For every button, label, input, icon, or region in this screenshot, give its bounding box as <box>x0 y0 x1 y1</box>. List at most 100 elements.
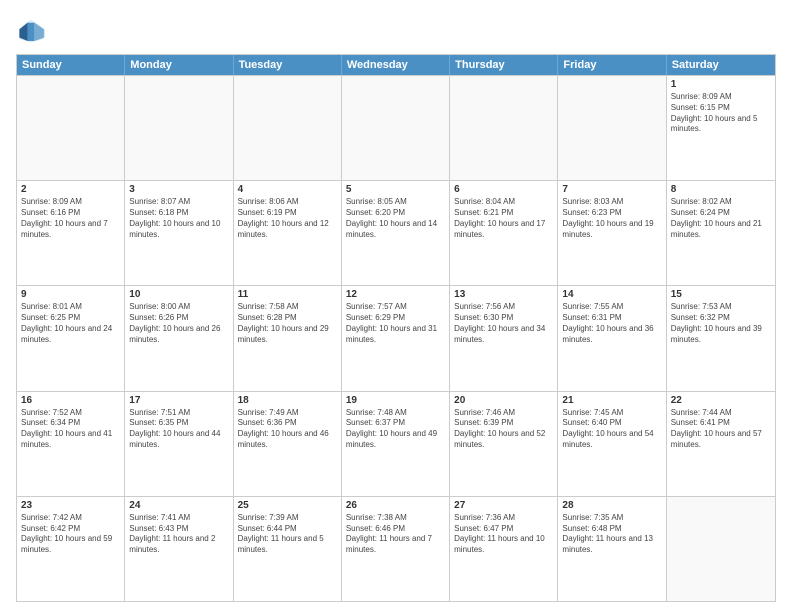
day-cell-12: 12 Sunrise: 7:57 AM Sunset: 6:29 PM Dayli… <box>342 286 450 390</box>
day-info: Sunrise: 7:53 AM Sunset: 6:32 PM Dayligh… <box>671 302 771 345</box>
day-cell-7: 7 Sunrise: 8:03 AM Sunset: 6:23 PM Daylig… <box>558 181 666 285</box>
day-number: 25 <box>238 500 337 511</box>
day-info: Sunrise: 7:49 AM Sunset: 6:36 PM Dayligh… <box>238 408 337 451</box>
day-info: Sunrise: 7:48 AM Sunset: 6:37 PM Dayligh… <box>346 408 445 451</box>
day-info: Sunrise: 8:01 AM Sunset: 6:25 PM Dayligh… <box>21 302 120 345</box>
header-day-tuesday: Tuesday <box>234 55 342 75</box>
day-info: Sunrise: 8:09 AM Sunset: 6:16 PM Dayligh… <box>21 197 120 240</box>
day-cell-27: 27 Sunrise: 7:36 AM Sunset: 6:47 PM Dayli… <box>450 497 558 601</box>
day-number: 4 <box>238 184 337 195</box>
empty-cell <box>234 76 342 180</box>
calendar-row-1: 2 Sunrise: 8:09 AM Sunset: 6:16 PM Daylig… <box>17 180 775 285</box>
day-info: Sunrise: 7:51 AM Sunset: 6:35 PM Dayligh… <box>129 408 228 451</box>
day-cell-15: 15 Sunrise: 7:53 AM Sunset: 6:32 PM Dayli… <box>667 286 775 390</box>
day-info: Sunrise: 7:45 AM Sunset: 6:40 PM Dayligh… <box>562 408 661 451</box>
day-info: Sunrise: 7:52 AM Sunset: 6:34 PM Dayligh… <box>21 408 120 451</box>
day-info: Sunrise: 7:36 AM Sunset: 6:47 PM Dayligh… <box>454 513 553 556</box>
day-cell-24: 24 Sunrise: 7:41 AM Sunset: 6:43 PM Dayli… <box>125 497 233 601</box>
day-cell-5: 5 Sunrise: 8:05 AM Sunset: 6:20 PM Daylig… <box>342 181 450 285</box>
day-number: 16 <box>21 395 120 406</box>
empty-cell <box>450 76 558 180</box>
day-info: Sunrise: 8:06 AM Sunset: 6:19 PM Dayligh… <box>238 197 337 240</box>
header-day-wednesday: Wednesday <box>342 55 450 75</box>
day-cell-3: 3Sunrise: 8:07 AM Sunset: 6:18 PM Daylig… <box>125 181 233 285</box>
day-number: 19 <box>346 395 445 406</box>
day-info: Sunrise: 8:09 AM Sunset: 6:15 PM Dayligh… <box>671 92 771 135</box>
day-cell-1: 1 Sunrise: 8:09 AM Sunset: 6:15 PM Daylig… <box>667 76 775 180</box>
header-day-monday: Monday <box>125 55 233 75</box>
day-cell-26: 26 Sunrise: 7:38 AM Sunset: 6:46 PM Dayli… <box>342 497 450 601</box>
day-number: 24 <box>129 500 228 511</box>
day-cell-21: 21 Sunrise: 7:45 AM Sunset: 6:40 PM Dayli… <box>558 392 666 496</box>
day-number: 21 <box>562 395 661 406</box>
day-info: Sunrise: 7:58 AM Sunset: 6:28 PM Dayligh… <box>238 302 337 345</box>
day-info: Sunrise: 7:39 AM Sunset: 6:44 PM Dayligh… <box>238 513 337 556</box>
header <box>16 16 776 46</box>
header-day-friday: Friday <box>558 55 666 75</box>
day-number: 14 <box>562 289 661 300</box>
day-cell-10: 10 Sunrise: 8:00 AM Sunset: 6:26 PM Dayli… <box>125 286 233 390</box>
day-info: Sunrise: 8:02 AM Sunset: 6:24 PM Dayligh… <box>671 197 771 240</box>
day-cell-28: 28 Sunrise: 7:35 AM Sunset: 6:48 PM Dayli… <box>558 497 666 601</box>
day-cell-16: 16 Sunrise: 7:52 AM Sunset: 6:34 PM Dayli… <box>17 392 125 496</box>
day-number: 20 <box>454 395 553 406</box>
day-info: Sunrise: 7:44 AM Sunset: 6:41 PM Dayligh… <box>671 408 771 451</box>
calendar-row-2: 9 Sunrise: 8:01 AM Sunset: 6:25 PM Daylig… <box>17 285 775 390</box>
day-info: Sunrise: 7:56 AM Sunset: 6:30 PM Dayligh… <box>454 302 553 345</box>
empty-cell <box>17 76 125 180</box>
day-info: Sunrise: 7:55 AM Sunset: 6:31 PM Dayligh… <box>562 302 661 345</box>
calendar: SundayMondayTuesdayWednesdayThursdayFrid… <box>16 54 776 602</box>
day-number: 15 <box>671 289 771 300</box>
empty-cell <box>342 76 450 180</box>
logo <box>16 16 50 46</box>
day-number: 11 <box>238 289 337 300</box>
calendar-row-4: 23 Sunrise: 7:42 AM Sunset: 6:42 PM Dayli… <box>17 496 775 601</box>
day-number: 23 <box>21 500 120 511</box>
day-info: Sunrise: 7:41 AM Sunset: 6:43 PM Dayligh… <box>129 513 228 556</box>
day-number: 13 <box>454 289 553 300</box>
day-cell-20: 20Sunrise: 7:46 AM Sunset: 6:39 PM Dayli… <box>450 392 558 496</box>
day-number: 26 <box>346 500 445 511</box>
day-cell-19: 19 Sunrise: 7:48 AM Sunset: 6:37 PM Dayli… <box>342 392 450 496</box>
day-cell-8: 8Sunrise: 8:02 AM Sunset: 6:24 PM Daylig… <box>667 181 775 285</box>
header-day-sunday: Sunday <box>17 55 125 75</box>
day-cell-9: 9 Sunrise: 8:01 AM Sunset: 6:25 PM Daylig… <box>17 286 125 390</box>
day-cell-18: 18 Sunrise: 7:49 AM Sunset: 6:36 PM Dayli… <box>234 392 342 496</box>
day-cell-13: 13 Sunrise: 7:56 AM Sunset: 6:30 PM Dayli… <box>450 286 558 390</box>
day-info: Sunrise: 7:35 AM Sunset: 6:48 PM Dayligh… <box>562 513 661 556</box>
day-info: Sunrise: 7:57 AM Sunset: 6:29 PM Dayligh… <box>346 302 445 345</box>
day-number: 12 <box>346 289 445 300</box>
calendar-body: 1 Sunrise: 8:09 AM Sunset: 6:15 PM Daylig… <box>17 75 775 601</box>
day-cell-25: 25 Sunrise: 7:39 AM Sunset: 6:44 PM Dayli… <box>234 497 342 601</box>
day-number: 5 <box>346 184 445 195</box>
day-number: 7 <box>562 184 661 195</box>
day-number: 27 <box>454 500 553 511</box>
day-number: 2 <box>21 184 120 195</box>
day-number: 9 <box>21 289 120 300</box>
day-info: Sunrise: 8:03 AM Sunset: 6:23 PM Dayligh… <box>562 197 661 240</box>
day-cell-23: 23 Sunrise: 7:42 AM Sunset: 6:42 PM Dayli… <box>17 497 125 601</box>
day-cell-2: 2 Sunrise: 8:09 AM Sunset: 6:16 PM Daylig… <box>17 181 125 285</box>
day-cell-4: 4 Sunrise: 8:06 AM Sunset: 6:19 PM Daylig… <box>234 181 342 285</box>
day-number: 10 <box>129 289 228 300</box>
calendar-row-3: 16 Sunrise: 7:52 AM Sunset: 6:34 PM Dayli… <box>17 391 775 496</box>
calendar-header: SundayMondayTuesdayWednesdayThursdayFrid… <box>17 55 775 75</box>
day-cell-14: 14 Sunrise: 7:55 AM Sunset: 6:31 PM Dayli… <box>558 286 666 390</box>
day-cell-6: 6Sunrise: 8:04 AM Sunset: 6:21 PM Daylig… <box>450 181 558 285</box>
day-info: Sunrise: 7:42 AM Sunset: 6:42 PM Dayligh… <box>21 513 120 556</box>
day-info: Sunrise: 8:07 AM Sunset: 6:18 PM Dayligh… <box>129 197 228 240</box>
day-info: Sunrise: 8:05 AM Sunset: 6:20 PM Dayligh… <box>346 197 445 240</box>
empty-cell <box>558 76 666 180</box>
header-day-saturday: Saturday <box>667 55 775 75</box>
logo-icon <box>16 16 46 46</box>
day-number: 18 <box>238 395 337 406</box>
page: SundayMondayTuesdayWednesdayThursdayFrid… <box>0 0 792 612</box>
calendar-row-0: 1 Sunrise: 8:09 AM Sunset: 6:15 PM Daylig… <box>17 75 775 180</box>
day-info: Sunrise: 7:38 AM Sunset: 6:46 PM Dayligh… <box>346 513 445 556</box>
day-cell-22: 22Sunrise: 7:44 AM Sunset: 6:41 PM Dayli… <box>667 392 775 496</box>
day-info: Sunrise: 8:00 AM Sunset: 6:26 PM Dayligh… <box>129 302 228 345</box>
day-number: 6 <box>454 184 553 195</box>
day-number: 28 <box>562 500 661 511</box>
day-cell-11: 11 Sunrise: 7:58 AM Sunset: 6:28 PM Dayli… <box>234 286 342 390</box>
day-number: 1 <box>671 79 771 90</box>
